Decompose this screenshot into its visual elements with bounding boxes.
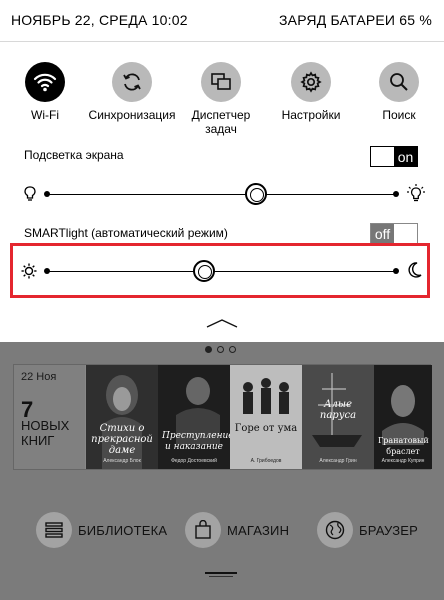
search-icon — [379, 62, 419, 102]
book-title: Горе от ума — [234, 423, 298, 434]
book-cover[interactable]: Гранатовый браслет Александр Куприн — [374, 365, 432, 469]
wifi-icon — [25, 62, 65, 102]
search-label: Поиск — [382, 108, 416, 122]
status-battery: ЗАРЯД БАТАРЕИ 65 % — [279, 12, 432, 28]
new-books-text-line: КНИГ — [21, 433, 55, 448]
book-cover[interactable]: Горе от ума А. Грибоедов — [230, 365, 302, 469]
backlight-slider-end — [393, 191, 399, 197]
nav-browser[interactable]: БРАУЗЕР — [317, 510, 418, 550]
book-title: Гранатовый браслет — [378, 436, 429, 456]
task-manager-icon — [201, 62, 241, 102]
home-screen: 22 Ноя 7 НОВЫХ КНИГ Стихи о прекрасной д… — [0, 342, 444, 600]
nav-store[interactable]: МАГАЗИН — [185, 510, 289, 550]
gear-icon — [291, 62, 331, 102]
book-cover[interactable]: Преступление и наказание Федор Достоевск… — [158, 365, 230, 469]
wifi-button[interactable]: Wi-Fi — [0, 62, 90, 122]
bulb-high-icon — [407, 184, 425, 209]
backlight-toggle-off-segment — [371, 147, 394, 166]
smartlight-toggle-on-segment — [394, 224, 417, 243]
sync-label: Синхронизация — [88, 108, 176, 122]
store-icon — [185, 512, 221, 548]
book-author: Александр Куприн — [381, 458, 425, 464]
sync-button[interactable]: Синхронизация — [87, 62, 177, 122]
nav-browser-label: БРАУЗЕР — [359, 522, 418, 538]
globe-icon — [317, 512, 353, 548]
backlight-toggle[interactable]: on — [370, 146, 418, 167]
book-author: Александр Блок — [103, 458, 141, 464]
new-books-text-line: НОВЫХ — [21, 418, 70, 433]
backlight-label: Подсветка экрана — [24, 148, 124, 162]
book-title: Преступление и наказание — [162, 431, 230, 452]
new-books-strip[interactable]: 22 Ноя 7 НОВЫХ КНИГ Стихи о прекрасной д… — [13, 364, 432, 470]
book-author: А. Грибоедов — [250, 458, 282, 464]
wifi-label: Wi-Fi — [31, 108, 59, 122]
home-indicator — [205, 572, 237, 574]
new-books-date: 22 Ноя — [21, 371, 57, 383]
search-button[interactable]: Поиск — [354, 62, 444, 122]
page-indicator — [205, 346, 236, 353]
new-books-card[interactable]: 22 Ноя 7 НОВЫХ КНИГ — [14, 365, 85, 469]
backlight-slider-knob[interactable] — [245, 183, 268, 205]
smartlight-toggle-off-segment: off — [371, 224, 394, 243]
settings-button[interactable]: Настройки — [266, 62, 356, 122]
collapse-chevron-icon[interactable] — [205, 316, 239, 334]
book-cover[interactable]: Алые паруса Александр Грин — [302, 365, 374, 469]
smartlight-toggle[interactable]: off — [370, 223, 418, 244]
task-manager-button[interactable]: Диспетчер задач — [176, 62, 266, 136]
settings-label: Настройки — [281, 108, 341, 122]
nav-library-label: БИБЛИОТЕКА — [78, 522, 168, 538]
sync-icon — [112, 62, 152, 102]
status-bar: НОЯБРЬ 22, СРЕДА 10:02 ЗАРЯД БАТАРЕИ 65 … — [0, 0, 444, 42]
highlight-frame — [10, 243, 430, 298]
bottom-nav: БИБЛИОТЕКА МАГАЗИН БРАУЗЕР — [0, 510, 444, 550]
book-cover[interactable]: Стихи о прекрасной даме Александр Блок — [86, 365, 158, 469]
library-icon — [36, 512, 72, 548]
book-author: Александр Грин — [319, 458, 357, 464]
nav-store-label: МАГАЗИН — [227, 522, 290, 538]
task-manager-label: Диспетчер задач — [191, 108, 251, 136]
bulb-low-icon — [24, 186, 36, 207]
backlight-slider-track[interactable] — [47, 194, 396, 195]
backlight-toggle-on-segment: on — [394, 147, 417, 166]
page-dot — [217, 346, 224, 353]
nav-library[interactable]: БИБЛИОТЕКА — [36, 510, 167, 550]
page-dot — [205, 346, 212, 353]
status-datetime: НОЯБРЬ 22, СРЕДА 10:02 — [11, 12, 188, 28]
book-title: Алые паруса — [319, 399, 357, 421]
book-author: Федор Достоевский — [171, 458, 217, 464]
smartlight-label: SMARTlight (автоматический режим) — [24, 226, 228, 240]
book-title: Стихи о прекрасной даме — [91, 423, 153, 456]
new-books-text: НОВЫХ КНИГ — [21, 418, 69, 448]
home-indicator-line — [209, 576, 233, 577]
page-dot — [229, 346, 236, 353]
